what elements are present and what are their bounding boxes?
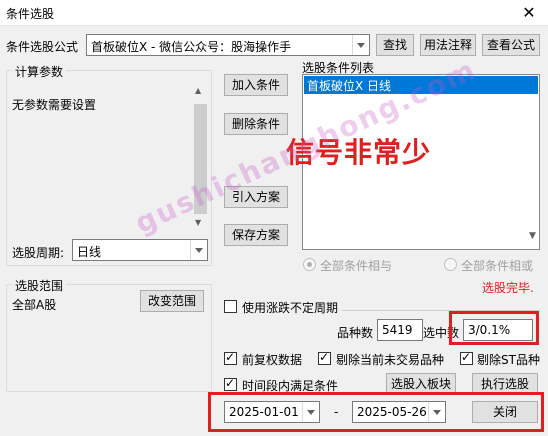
formula-select[interactable]: 首板破位X - 微信公众号：股海操作手 bbox=[86, 34, 370, 56]
radio-and-label: 全部条件相与 bbox=[320, 259, 393, 273]
period-select[interactable]: 日线 bbox=[72, 239, 208, 261]
period-label: 选股周期: bbox=[12, 246, 65, 260]
params-group-title: 计算参数 bbox=[12, 63, 67, 80]
range-group-title: 选股范围 bbox=[12, 277, 67, 294]
title-bar: 条件选股 ✕ bbox=[0, 0, 548, 26]
radio-or-label: 全部条件相或 bbox=[461, 259, 534, 273]
variable-period-label: 使用涨跌不定周期 bbox=[242, 301, 339, 315]
time-period-checkbox[interactable] bbox=[224, 376, 237, 391]
scroll-down-icon[interactable]: ▼ bbox=[529, 231, 536, 241]
view-formula-button[interactable]: 查看公式 bbox=[482, 34, 540, 56]
exclude-st-checkbox[interactable] bbox=[460, 350, 473, 365]
chevron-down-icon[interactable] bbox=[352, 35, 369, 55]
close-icon[interactable]: ✕ bbox=[514, 2, 544, 24]
highlight-box bbox=[449, 311, 539, 345]
status-text: 选股完毕. bbox=[482, 281, 534, 295]
highlight-box bbox=[208, 392, 544, 432]
chevron-down-icon[interactable] bbox=[190, 240, 207, 260]
count-field: 5419 bbox=[377, 319, 423, 341]
change-range-button[interactable]: 改变范围 bbox=[140, 290, 204, 312]
variable-period-checkbox[interactable] bbox=[224, 300, 237, 313]
exclude-untraded-checkbox[interactable] bbox=[318, 350, 331, 365]
pre-adjust-label: 前复权数据 bbox=[242, 353, 303, 367]
formula-value: 首板破位X - 微信公众号：股海操作手 bbox=[91, 40, 292, 54]
radio-and[interactable] bbox=[303, 258, 316, 271]
formula-label: 条件选股公式 bbox=[6, 40, 79, 54]
find-button[interactable]: 查找 bbox=[376, 34, 414, 56]
params-text: 无参数需要设置 bbox=[12, 98, 97, 112]
delete-condition-button[interactable]: 删除条件 bbox=[224, 113, 288, 135]
radio-or[interactable] bbox=[444, 258, 457, 271]
count-label: 品种数 bbox=[337, 326, 374, 340]
range-value: 全部A股 bbox=[12, 298, 57, 312]
save-plan-button[interactable]: 保存方案 bbox=[224, 224, 288, 246]
add-condition-button[interactable]: 加入条件 bbox=[224, 74, 288, 96]
window-title: 条件选股 bbox=[6, 7, 55, 21]
pre-adjust-checkbox[interactable] bbox=[224, 350, 237, 365]
period-value: 日线 bbox=[77, 245, 102, 259]
exclude-st-label: 剔除ST品种 bbox=[477, 353, 540, 367]
scroll-down-icon[interactable]: ▼ bbox=[195, 218, 201, 227]
exclude-untraded-label: 剔除当前未交易品种 bbox=[336, 353, 445, 367]
scroll-up-icon[interactable]: ▲ bbox=[195, 86, 201, 95]
